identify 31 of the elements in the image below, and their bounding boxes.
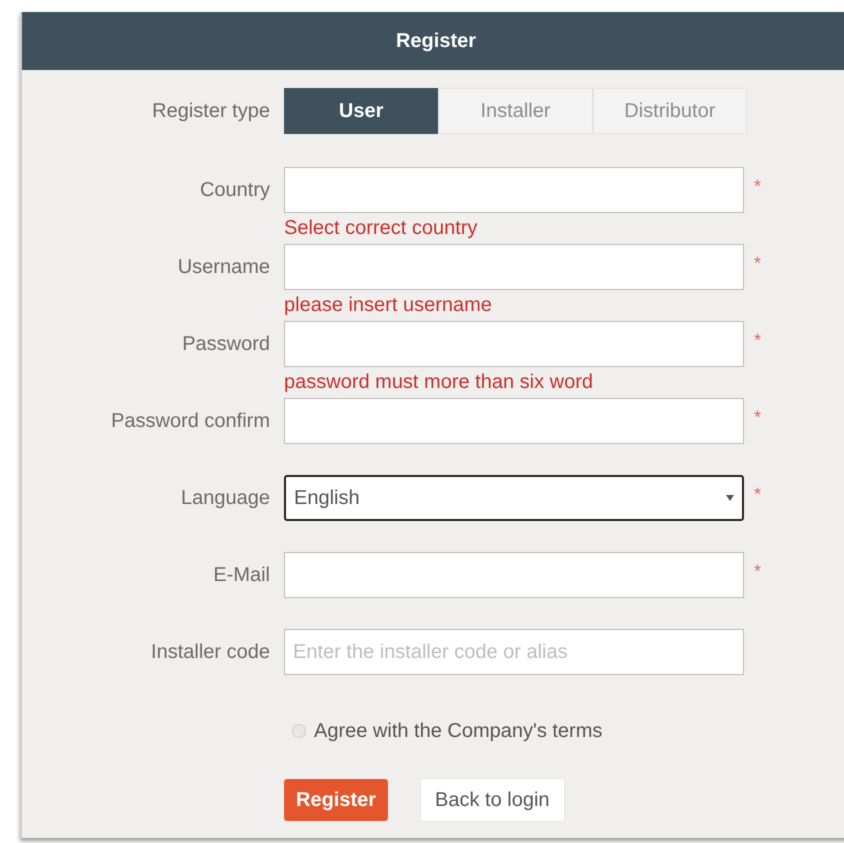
language-select[interactable]: English — [284, 475, 744, 521]
input-field[interactable] — [284, 244, 744, 290]
field-label: E-Mail — [212, 563, 270, 588]
input-field[interactable]: Enter the installer code or alias — [284, 629, 744, 675]
error-message: please insert username — [284, 294, 492, 316]
field-label: Password — [181, 332, 270, 357]
terms-label: Agree with the Company's terms — [314, 719, 602, 744]
caret-icon — [726, 495, 734, 501]
field-label: Country — [198, 178, 270, 203]
radio-button[interactable] — [292, 724, 306, 738]
input-field[interactable] — [284, 321, 744, 367]
input-field[interactable] — [284, 398, 744, 444]
required-mark: * — [754, 406, 762, 429]
type-tab[interactable]: User — [284, 88, 438, 134]
error-message: Select correct country — [284, 217, 478, 239]
required-mark: * — [754, 252, 762, 275]
required-mark: * — [754, 483, 762, 506]
error-message: password must more than six word — [284, 371, 594, 393]
field-label: Password confirm — [110, 409, 270, 434]
required-mark: * — [754, 175, 762, 198]
field-label: Language — [180, 486, 270, 511]
dialog-title: Register — [396, 29, 476, 54]
field-label: Register type — [151, 99, 270, 124]
back-to-login-button[interactable]: Back to login — [420, 778, 565, 822]
register-button[interactable]: Register — [284, 779, 388, 821]
input-field[interactable] — [284, 552, 744, 598]
required-mark: * — [754, 560, 762, 583]
field-label: Installer code — [150, 640, 270, 665]
input-field[interactable] — [284, 167, 744, 213]
field-label: Username — [176, 255, 270, 280]
required-mark: * — [754, 329, 762, 352]
